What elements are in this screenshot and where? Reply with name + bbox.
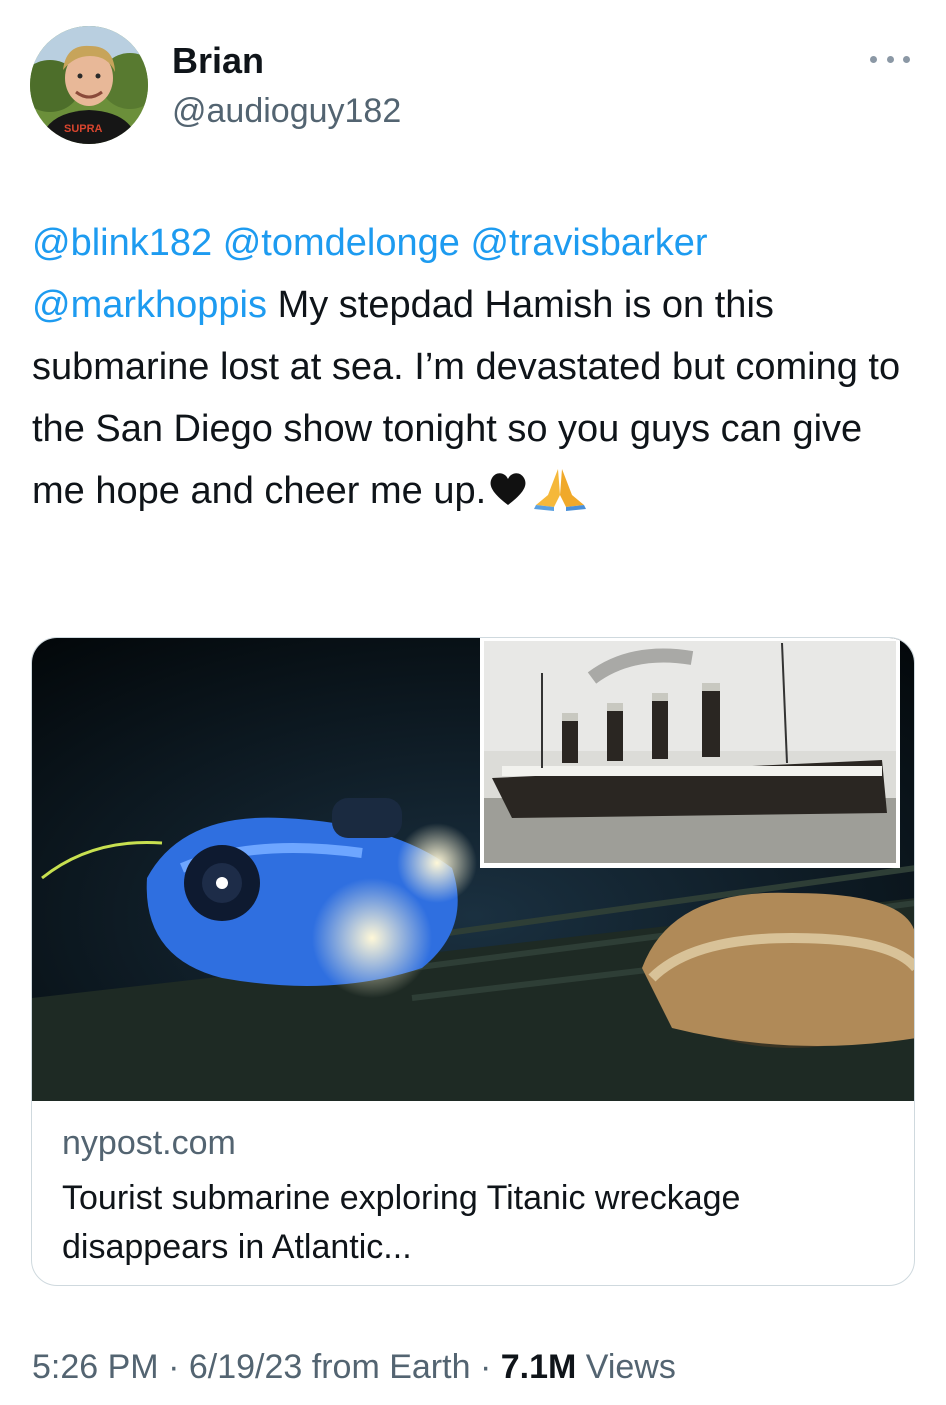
meta-separator: ·: [168, 1348, 180, 1386]
mention-link[interactable]: @markhoppis: [32, 284, 267, 326]
titanic-submersible-photo: [32, 638, 914, 1101]
mention-link[interactable]: @travisbarker: [470, 222, 707, 264]
display-name[interactable]: Brian: [172, 40, 264, 82]
more-icon: [870, 55, 877, 63]
card-domain: nypost.com: [62, 1124, 236, 1162]
mention-link[interactable]: @blink182: [32, 222, 212, 264]
user-handle[interactable]: @audioguy182: [172, 92, 401, 131]
folded-hands-icon: [534, 469, 587, 511]
more-icon: [886, 55, 894, 63]
black-heart-icon: [490, 473, 526, 505]
avatar-image: SUPRA: [30, 26, 148, 144]
mention-link[interactable]: @tomdelonge: [223, 222, 460, 264]
card-title: Tourist submarine exploring Titanic wrec…: [62, 1179, 741, 1266]
meta-separator: ·: [479, 1348, 492, 1386]
views-count[interactable]: 7.1M: [501, 1348, 577, 1386]
tweet-date[interactable]: 6/19/23: [189, 1348, 302, 1386]
card-image: [32, 638, 914, 1101]
link-card[interactable]: nypost.com Tourist submarine exploring T…: [31, 637, 915, 1286]
svg-text:SUPRA: SUPRA: [64, 123, 103, 135]
views-label[interactable]: Views: [586, 1348, 676, 1386]
tweet-meta: 5:26 PM · 6/19/23 from Earth · 7.1M View…: [32, 1348, 676, 1387]
more-icon: [903, 55, 910, 63]
more-options-button[interactable]: [870, 44, 910, 74]
avatar[interactable]: SUPRA: [30, 26, 148, 144]
tweet-time[interactable]: 5:26 PM: [32, 1348, 159, 1386]
tweet-source: from Earth: [311, 1348, 471, 1386]
tweet-text: @blink182 @tomdelonge @travisbarker @mar…: [32, 212, 912, 522]
